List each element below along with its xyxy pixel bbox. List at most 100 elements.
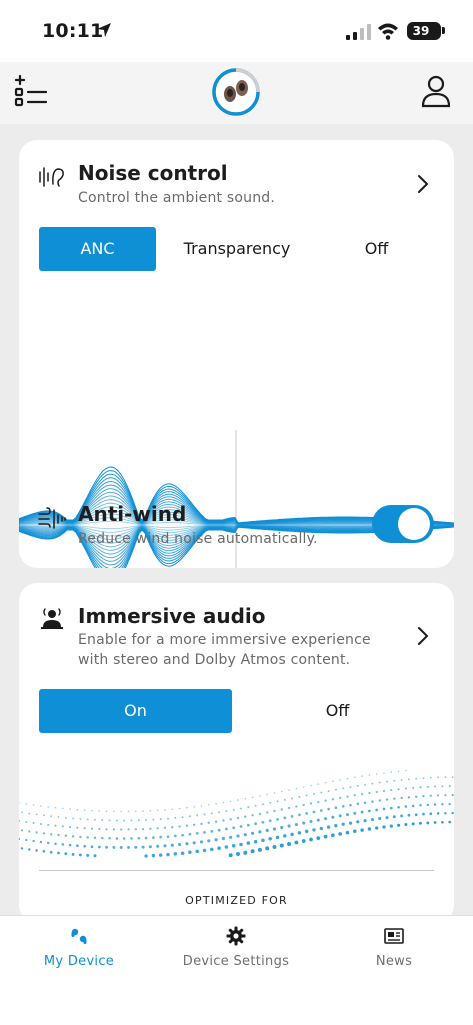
dot [240,807,242,810]
dot [349,786,352,789]
dot [400,814,404,818]
dot [86,818,89,821]
dot [265,846,270,851]
profile-icon[interactable] [421,74,451,108]
anc-mode-button[interactable]: ANC [39,227,156,271]
noise-control-title: Noise control [78,161,228,185]
dot [451,776,454,778]
dot [149,810,152,812]
dot [127,828,130,831]
dot [20,829,24,832]
dot [192,841,196,845]
dot [407,778,410,781]
dot [426,785,429,788]
anti-wind-toggle[interactable] [372,505,434,543]
dot [159,818,162,821]
dot [382,807,386,811]
dot [368,791,371,795]
dot [389,824,393,828]
dot [78,853,82,857]
dot [236,852,240,856]
dot [195,849,199,854]
dot [152,836,155,839]
dot [120,810,122,813]
dot [254,804,257,807]
dot [383,772,385,774]
dot [94,818,96,821]
dot [338,832,343,836]
tab-news[interactable]: News [315,916,473,986]
dot [98,827,101,831]
dot [341,805,345,808]
dot [254,822,257,826]
dot [312,828,316,832]
dot [229,818,232,821]
dot [429,812,433,815]
dot [93,836,97,840]
tab-device-settings[interactable]: Device Settings [157,916,315,986]
dot [412,786,415,789]
earbuds-icon[interactable] [211,67,261,117]
dot [272,827,277,831]
dot [61,843,65,846]
dot [281,790,283,793]
dot [207,821,210,824]
dot [120,828,123,831]
dot [291,797,294,800]
dot [237,799,239,801]
dot [363,819,367,823]
dot [331,798,335,801]
dot [174,816,177,819]
dot [302,821,306,825]
dot [437,794,440,797]
transparency-mode-button[interactable]: Transparency [167,227,307,271]
dot [253,839,258,844]
dot [167,817,169,820]
dot [334,806,338,810]
dot [228,853,233,858]
dot [310,784,312,787]
dot [386,780,388,783]
dot [288,789,290,791]
wifi-icon [378,23,398,40]
chevron-right-icon[interactable] [416,173,430,195]
dot [323,834,328,839]
dot [419,786,422,789]
dot [243,833,247,837]
tab-label-my-device: My Device [43,954,115,969]
dot [370,818,374,822]
dot [279,843,284,848]
dot [326,825,331,829]
dot [64,852,68,856]
dot [283,798,286,801]
immersive-off-button[interactable]: Off [241,689,434,733]
dot [64,816,67,819]
dot [156,844,160,848]
dot [375,808,379,812]
dot [441,785,444,788]
dot [54,842,57,845]
dot [127,810,130,813]
list-add-icon[interactable] [14,74,48,108]
device-icon [71,928,87,944]
dot [319,826,323,831]
dot [290,815,294,818]
dot [368,774,371,776]
dot [363,801,367,804]
dot [319,809,323,812]
dot [42,849,46,853]
immersive-on-button[interactable]: On [39,689,232,733]
dot [72,817,75,820]
dot [390,771,393,773]
immersive-audio-subtitle-line2: with stereo and Dolby Atmos content. [78,652,351,668]
off-mode-button[interactable]: Off [319,227,434,271]
dot [268,819,272,823]
dot [422,794,425,798]
dot [217,846,221,850]
tab-my-device[interactable]: My Device [0,916,158,986]
dot [313,792,315,795]
dot [341,822,345,826]
dot [356,784,359,787]
chevron-right-icon[interactable] [416,625,430,647]
dot [101,819,104,822]
